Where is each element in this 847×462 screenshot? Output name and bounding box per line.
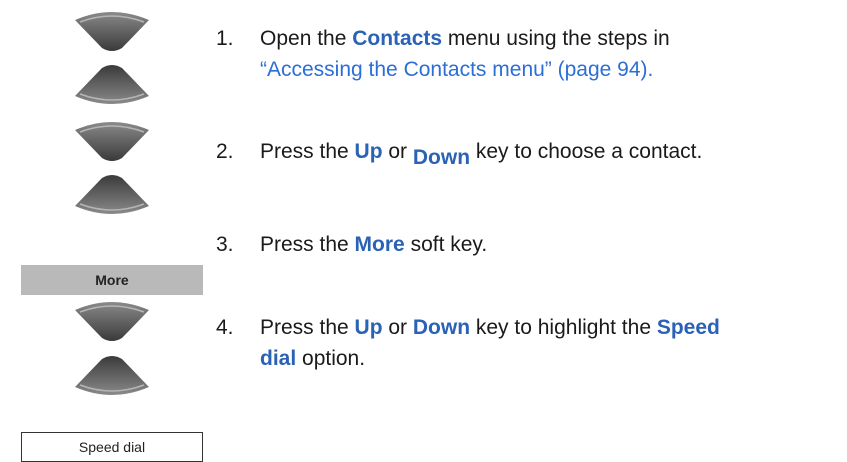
- step-text: Press the Up or Down key to highlight th…: [260, 312, 847, 374]
- more-soft-key: More: [21, 265, 203, 295]
- option-name: Speed: [656, 316, 720, 339]
- step-text-part: or: [382, 140, 413, 163]
- option-name: dial: [260, 347, 297, 370]
- down-key-icon: [72, 172, 152, 216]
- step-text-part: Press the: [260, 316, 355, 339]
- step-text-part: Press the: [260, 140, 355, 163]
- cross-reference-link[interactable]: “Accessing the Contacts menu” (page 94).: [260, 58, 653, 81]
- step-text: Press the Up or Down key to choose a con…: [260, 136, 847, 169]
- down-key-icon: [72, 353, 152, 397]
- key-name: Up: [354, 316, 383, 339]
- up-key-icon: [72, 300, 152, 344]
- key-name: Down: [412, 316, 471, 339]
- menu-name: Contacts: [352, 27, 443, 50]
- step-text-part: Press the: [260, 233, 355, 256]
- key-name: Up: [354, 140, 383, 163]
- speed-dial-soft-key: Speed dial: [21, 432, 203, 462]
- step-text-part: option.: [296, 347, 366, 370]
- up-key-icon: [72, 10, 152, 54]
- down-key-icon: [72, 62, 152, 106]
- step-text: Open the Contacts menu using the steps i…: [260, 23, 847, 85]
- step-number: 3.: [216, 233, 234, 256]
- step-text-part: soft key.: [404, 233, 488, 256]
- step-text-part: key to choose a contact.: [470, 140, 703, 163]
- step-text-part: key to highlight the: [470, 316, 657, 339]
- step-number: 4.: [216, 316, 234, 339]
- step-text: Press the More soft key.: [260, 229, 847, 260]
- key-name: More: [354, 233, 405, 256]
- step-text-part: Open the: [260, 27, 353, 50]
- step-number: 1.: [216, 27, 234, 50]
- step-text-part: menu using the steps in: [442, 27, 670, 50]
- step-number: 2.: [216, 140, 234, 163]
- up-key-icon: [72, 120, 152, 164]
- step-text-part: or: [382, 316, 413, 339]
- key-name: Down: [412, 146, 471, 169]
